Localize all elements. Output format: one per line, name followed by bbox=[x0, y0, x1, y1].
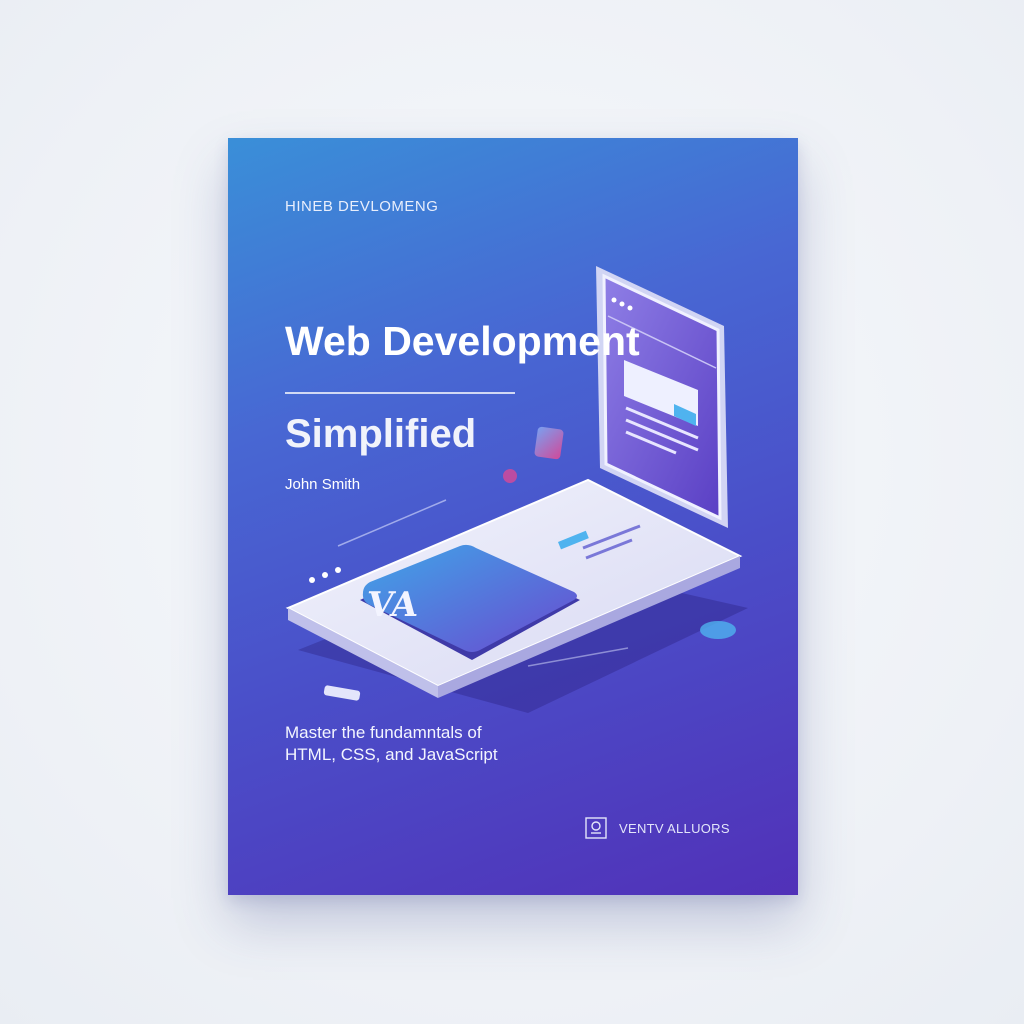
card-logo-text: VA bbox=[364, 585, 421, 625]
book-cover: HINEB DEVLOMENG Web Development Simplifi… bbox=[228, 138, 798, 895]
decorative-dots bbox=[309, 567, 341, 583]
floating-chip bbox=[323, 685, 361, 701]
isometric-devices-illustration: VA bbox=[285, 266, 748, 713]
decorative-line bbox=[337, 499, 447, 547]
browser-window bbox=[596, 266, 728, 528]
floating-disc bbox=[700, 621, 736, 639]
floating-cube bbox=[503, 426, 564, 483]
canvas: HINEB DEVLOMENG Web Development Simplifi… bbox=[0, 0, 1024, 1024]
cover-title-line1: Web Development bbox=[285, 318, 640, 364]
